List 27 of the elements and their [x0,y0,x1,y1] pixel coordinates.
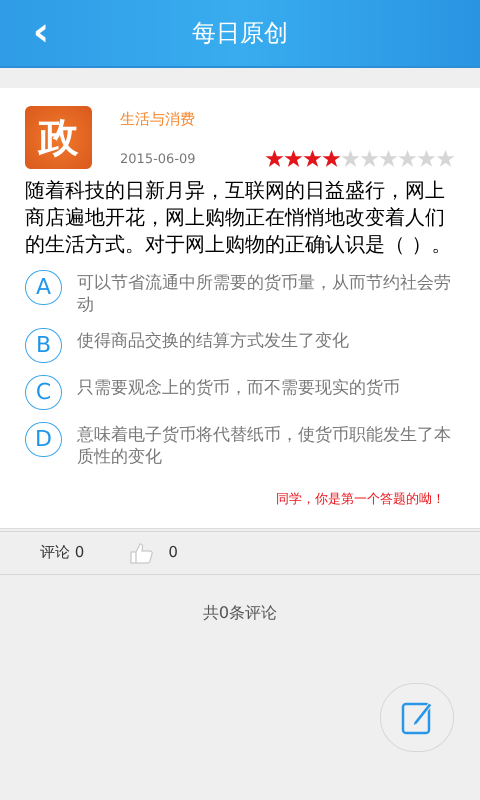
filled-star-icon [284,150,303,168]
hint-text: 同学，你是第一个答题的呦！ [276,491,445,509]
category-label: 生活与消费 [120,109,196,130]
option-letter: B [25,328,62,363]
subject-badge: 政 [25,106,92,169]
option-text: 使得商品交换的结算方式发生了变化 [77,330,350,352]
filled-star-icon [322,150,341,168]
filled-star-icon [303,150,322,168]
back-button[interactable]: ‹ [28,14,54,50]
comment-count[interactable]: 评论 0 [40,541,84,564]
page-title: 每日原创 [192,18,288,49]
like-count: 0 [168,542,178,564]
answer-option[interactable]: C 只需要观念上的货币，而不需要现实的货币 [25,375,455,410]
option-text: 意味着电子货币将代替纸币，使货币职能发生了本质性的变化 [77,424,452,468]
comment-total: 共0条评论 [202,602,278,624]
question-text: 随着科技的日新月异，互联网的日益盛行，网上商店遍地开花，网上购物正在悄悄地改变着人们的生活方式。对于网上购物的正确认识是（ ）。 [25,177,452,258]
answer-option[interactable]: A 可以节省流通中所需要的货币量，从而节约社会劳动 [25,270,455,316]
option-letter: A [25,270,62,305]
date-text: 2015-06-09 [120,150,196,168]
answer-option[interactable]: B 使得商品交换的结算方式发生了变化 [25,328,455,363]
filled-star-icon [265,150,284,168]
option-text: 可以节省流通中所需要的货币量，从而节约社会劳动 [77,272,452,316]
option-text: 只需要观念上的货币，而不需要现实的货币 [77,377,401,399]
answer-option[interactable]: D 意味着电子货币将代替纸币，使货币职能发生了本质性的变化 [25,422,455,468]
option-letter: D [25,422,62,457]
thumbs-up-icon[interactable] [130,542,154,564]
option-letter: C [25,375,62,410]
